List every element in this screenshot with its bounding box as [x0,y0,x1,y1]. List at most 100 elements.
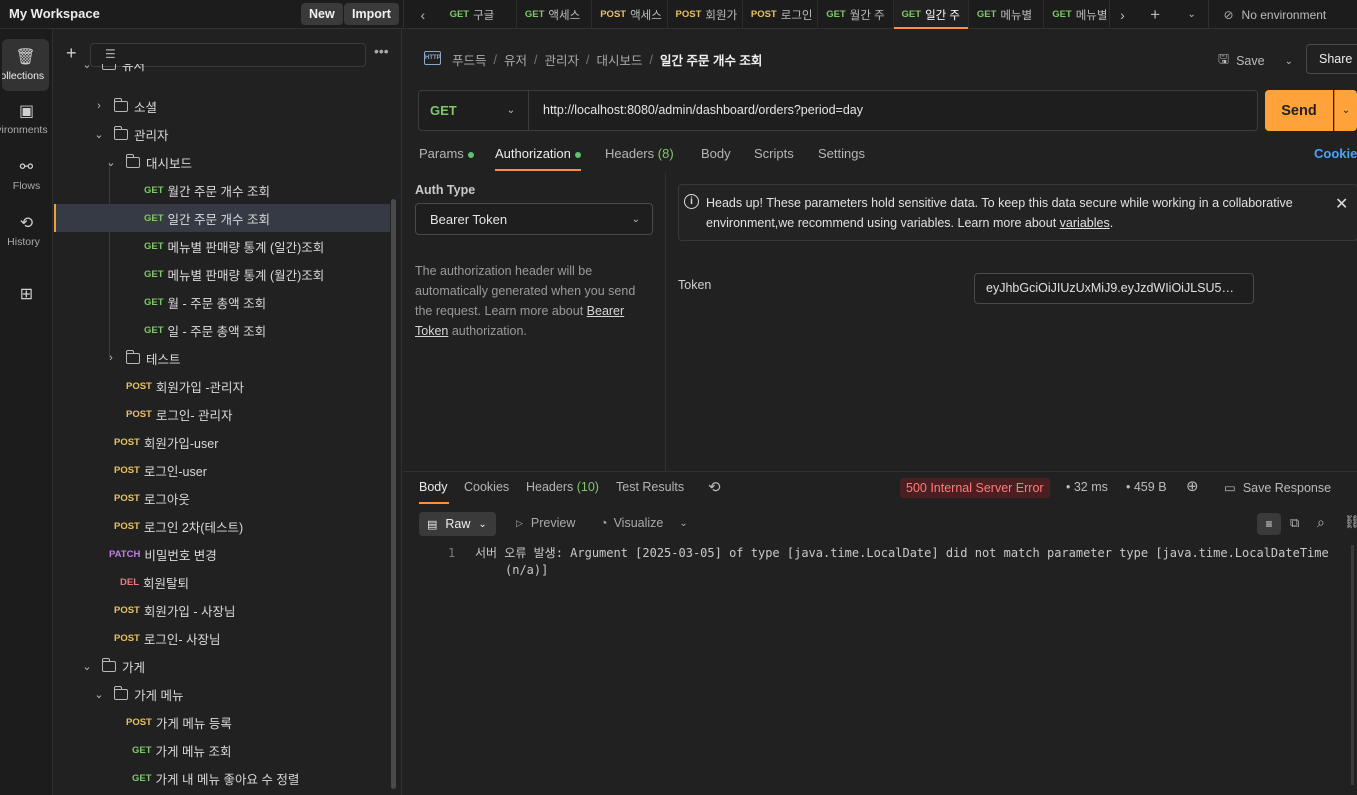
tree-request-menu-create[interactable]: POST 가게 메뉴 등록 [54,708,390,736]
tabs-dropdown-chevron-icon[interactable]: ⌄ [1175,9,1209,20]
tab-2[interactable]: POST 액세스 [592,0,668,29]
preview-label: Preview [530,516,576,530]
tree-request-monthly-total[interactable]: GET 월 - 주문 총액 조회 [54,288,390,316]
tabs-scroll-right-icon[interactable]: › [1110,7,1136,23]
tab-6-active[interactable]: GET 일간 주 [893,0,969,29]
response-tab-body[interactable]: Body [419,480,448,494]
tree-folder-store[interactable]: ⌄ 가게 [54,652,390,680]
tab-settings[interactable]: Settings [818,146,865,161]
method-select[interactable]: GET ⌄ [419,91,529,130]
tab-4[interactable]: POST 로그인 [743,0,819,29]
rail-collections[interactable]: 🗑 Collections [2,39,49,91]
tree-folder-store-menu[interactable]: ⌄ 가게 메뉴 [54,680,390,708]
auth-description: The authorization header will be automat… [415,261,655,341]
request-title[interactable]: 일간 주문 개수 조회 [660,50,762,69]
tree-request-menu-like-sort[interactable]: GET 가게 내 메뉴 좋아요 수 정렬 [54,764,390,792]
tree-folder-admin[interactable]: ⌄ 관리자 [54,120,390,148]
tree-request-daily-orders-selected[interactable]: GET 일간 주문 개수 조회 [54,204,390,232]
import-button[interactable]: Import [344,3,399,25]
globe-icon[interactable]: ⊕ [1186,477,1199,495]
tree-request-menu-monthly-stats[interactable]: GET 메뉴별 판매량 통계 (월간)조회 [54,260,390,288]
save-response-button[interactable]: ▭ Save Response [1224,480,1331,496]
breadcrumb-item[interactable]: 푸드득 [452,50,487,69]
copy-icon[interactable]: ⧉ [1290,515,1299,531]
tree-request-daily-total[interactable]: GET 일 - 주문 총액 조회 [54,316,390,344]
add-widgets-icon: ⊞ [19,286,34,303]
tab-body[interactable]: Body [701,146,731,161]
send-dropdown-chevron-icon[interactable]: ⌄ [1334,90,1357,131]
tree-request-owner-login[interactable]: POST 로그인- 사장님 [54,624,390,652]
tree-folder-social[interactable]: › 소셜 [54,92,390,120]
tab-3[interactable]: POST 회원가 [668,0,743,29]
response-body[interactable]: 1 서버 오류 발생: Argument [2025-03-05] of type… [448,545,1329,579]
visualize-button[interactable]: ◔ Visualize ⌄ [600,516,688,530]
preview-button[interactable]: ▷ Preview [516,516,575,530]
tree-folder-test[interactable]: › 테스트 [54,344,390,372]
rail-flows[interactable]: ⚯ Flows [0,157,53,192]
variables-link[interactable]: variables [1060,216,1110,230]
tab-7[interactable]: GET 메뉴별 [969,0,1045,29]
tree-request-user-signup[interactable]: POST 회원가입-user [54,428,390,456]
tab-0[interactable]: GET 구글 [442,0,517,29]
tree-request-monthly-orders[interactable]: GET 월간 주문 개수 조회 [54,176,390,204]
save-dropdown-chevron-icon[interactable]: ⌄ [1285,56,1293,67]
history-icon[interactable]: ⟲ [708,478,721,496]
status-badge[interactable]: 500 Internal Server Error [900,478,1050,498]
response-tab-test-results[interactable]: Test Results [616,480,684,494]
tab-1[interactable]: GET 액세스 [517,0,593,29]
wrap-lines-icon[interactable]: ≡ [1257,513,1281,535]
tabs-scroll-left-icon[interactable]: ‹ [404,7,442,23]
url-input[interactable]: http://localhost:8080/admin/dashboard/or… [543,103,863,117]
tree-request-withdraw[interactable]: DEL 회원탈퇴 [54,568,390,596]
rail-add-widgets[interactable]: ⊞ [0,284,53,307]
save-button[interactable]: 🖫 Save ⌄ [1218,50,1293,72]
chevron-down-icon[interactable]: ⌄ [679,518,687,529]
notice-text: Heads up! These parameters hold sensitiv… [706,196,1293,230]
workspace-title[interactable]: My Workspace [9,6,100,21]
sidebar-scrollbar[interactable] [391,199,396,789]
breadcrumb-item[interactable]: 유저 [504,50,527,69]
sidebar-more-icon[interactable]: ••• [374,43,389,59]
tree-request-admin-login[interactable]: POST 로그인- 관리자 [54,400,390,428]
breadcrumb-item[interactable]: 대시보드 [597,50,643,69]
token-input[interactable]: eyJhbGciOiJIUzUxMiJ9.eyJzdWIiOiJLSU5HOiJ… [974,273,1254,304]
share-button[interactable]: Share [1306,44,1357,74]
send-button[interactable]: Send [1265,90,1333,131]
tree-request-login-2fa[interactable]: POST 로그인 2차(테스트) [54,512,390,540]
response-tab-cookies[interactable]: Cookies [464,480,509,494]
environment-selector[interactable]: ⊘ No environment [1208,0,1356,29]
response-divider[interactable] [403,471,1357,472]
format-raw-select[interactable]: ▤ Raw ⌄ [419,512,496,536]
cookies-link[interactable]: Cookies [1314,146,1357,161]
tab-scripts[interactable]: Scripts [754,146,794,161]
tab-headers[interactable]: Headers (8) [605,146,674,161]
auth-type-select[interactable]: Bearer Token ⌄ [415,203,653,235]
tree-request-admin-signup[interactable]: POST 회원가입 -관리자 [54,372,390,400]
tree-folder-dashboard[interactable]: ⌄ 대시보드 [54,148,390,176]
new-tab-plus-icon[interactable]: + [1135,5,1175,25]
tree-request-change-password[interactable]: PATCH 비밀번호 변경 [54,540,390,568]
response-scrollbar[interactable] [1351,545,1354,785]
add-collection-plus-icon[interactable]: + [66,43,77,64]
close-icon[interactable]: ✕ [1335,194,1348,214]
line-number: 1 [448,546,456,560]
tree-request-menu-daily-stats[interactable]: GET 메뉴별 판매량 통계 (일간)조회 [54,232,390,260]
new-button[interactable]: New [301,3,343,25]
tab-params[interactable]: Params [419,146,474,161]
folder-icon [114,685,128,700]
tree-folder-user[interactable]: ⌄ 유저 [54,64,390,78]
tab-authorization[interactable]: Authorization [495,146,581,161]
response-tab-headers[interactable]: Headers (10) [526,480,599,494]
tab-8[interactable]: GET 메뉴별 [1044,0,1110,29]
link-icon[interactable]: ⛓ [1344,514,1357,530]
tree-request-user-login[interactable]: POST 로그인-user [54,456,390,484]
search-icon[interactable]: ⌕ [1317,514,1325,531]
tab-5[interactable]: GET 월간 주 [818,0,894,29]
rail-history[interactable]: ⟲ History [0,213,53,253]
rail-environments[interactable]: ▣ Environments [0,101,53,141]
request-tab-bar: ‹ GET 구글 GET 액세스 POST 액세스 POST 회원가 POST 로그인 G… [403,0,1357,29]
tree-request-logout[interactable]: POST 로그아웃 [54,484,390,512]
tree-request-menu-list[interactable]: GET 가게 메뉴 조회 [54,736,390,764]
breadcrumb-item[interactable]: 관리자 [545,50,580,69]
tree-request-owner-signup[interactable]: POST 회원가입 - 사장님 [54,596,390,624]
